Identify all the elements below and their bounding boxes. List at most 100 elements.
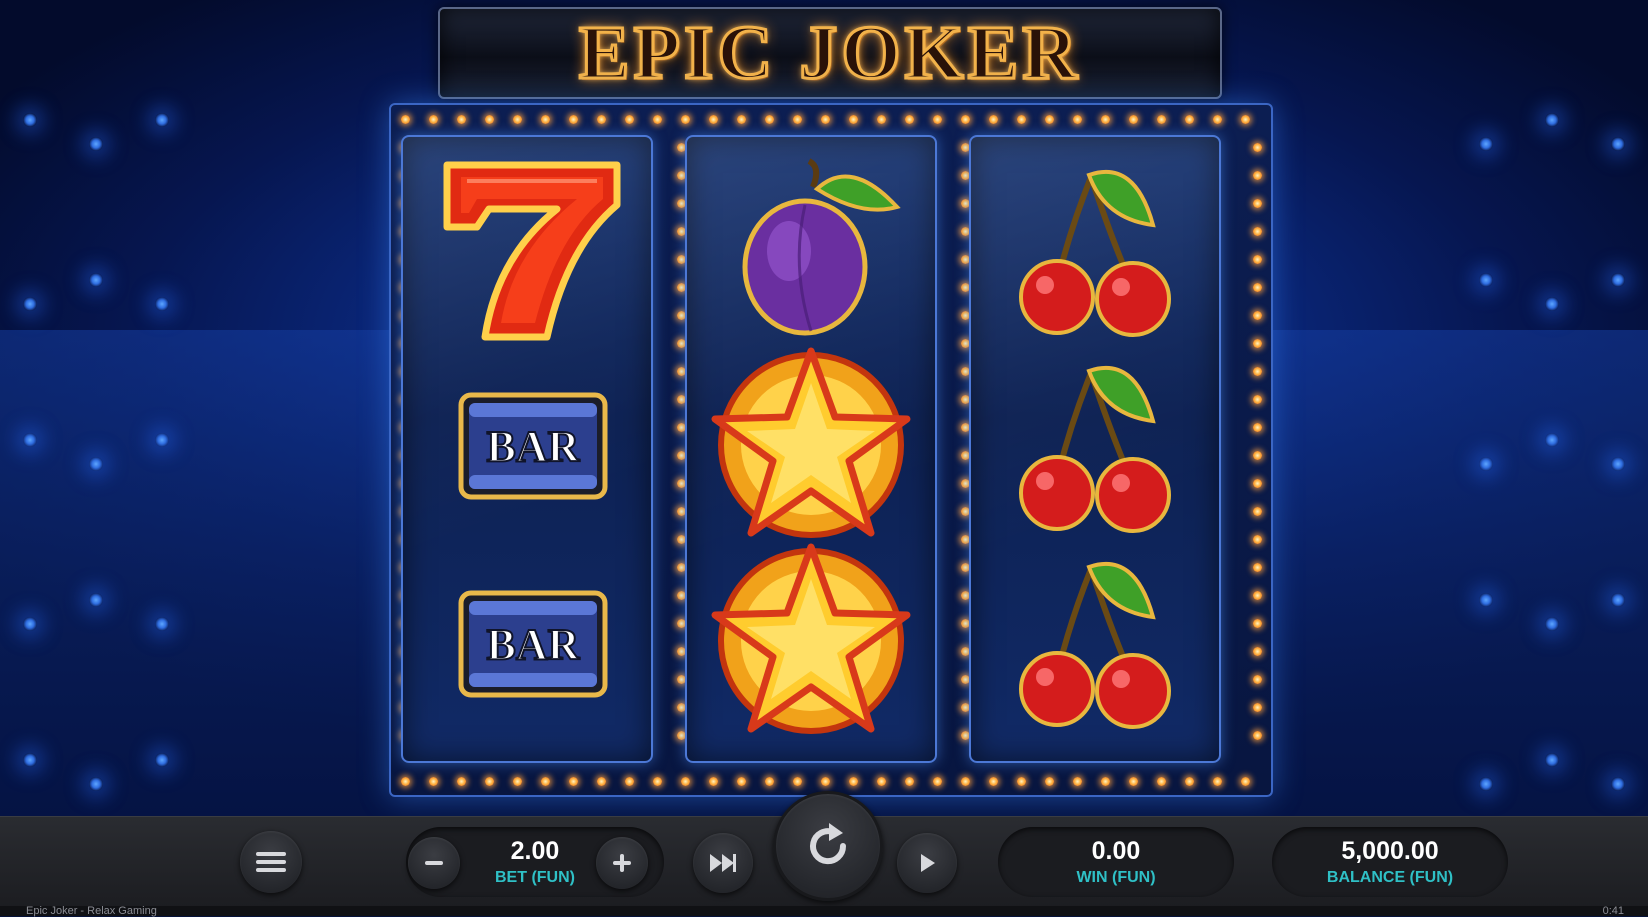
background-light [1479, 777, 1493, 791]
reel-1-symbol-seven [417, 147, 637, 347]
marquee-bulb [765, 777, 774, 786]
game-stage: EPIC JOKER BAR BAR [0, 0, 1648, 816]
marquee-bulb [653, 115, 662, 124]
decrease-bet-button[interactable] [408, 837, 460, 889]
marquee-bulb [933, 777, 942, 786]
marquee-bulb [793, 777, 802, 786]
reel-1-symbol-bar: BAR [417, 545, 637, 745]
marquee-bulb [1017, 777, 1026, 786]
marquee-bulb [849, 115, 858, 124]
fast-forward-icon [710, 854, 736, 872]
marquee-bulb [541, 777, 550, 786]
marquee-bulb [1185, 115, 1194, 124]
marquee-bulb [1045, 115, 1054, 124]
marquee-bulb [1253, 675, 1262, 684]
marquee-bulb [1253, 395, 1262, 404]
win-panel: 0.00 WIN (FUN) [998, 827, 1234, 897]
marquee-bulb [821, 115, 830, 124]
marquee-bulb [961, 115, 970, 124]
marquee-bulb [1253, 535, 1262, 544]
marquee-bulb [1073, 777, 1082, 786]
background-light [23, 113, 37, 127]
play-icon [921, 854, 935, 872]
win-value: 0.00 [1091, 837, 1141, 865]
marquee-bulb [1253, 199, 1262, 208]
marquee-bulb [1253, 367, 1262, 376]
menu-button[interactable] [240, 831, 302, 893]
balance-panel: 5,000.00 BALANCE (FUN) [1272, 827, 1508, 897]
background-light [1479, 137, 1493, 151]
spin-button[interactable] [773, 791, 883, 901]
reel-1: BAR BAR [401, 135, 653, 763]
marquee-bulb [933, 115, 942, 124]
background-light [1545, 433, 1559, 447]
background-light [155, 113, 169, 127]
marquee-bulb [401, 777, 410, 786]
minus-icon [425, 861, 443, 865]
autoplay-button[interactable] [897, 833, 957, 893]
background-light [155, 433, 169, 447]
marquee-bulb [429, 115, 438, 124]
marquee-bulb [485, 777, 494, 786]
marquee-bulb [989, 115, 998, 124]
title-plate: EPIC JOKER [438, 7, 1222, 99]
marquee-bulb [1253, 703, 1262, 712]
marquee-bulb [625, 777, 634, 786]
marquee-bulb [1045, 777, 1054, 786]
background-light [155, 617, 169, 631]
reel-frame: BAR BAR [389, 103, 1273, 797]
marquee-bulb [1253, 311, 1262, 320]
marquee-bulb [569, 777, 578, 786]
refresh-spin-icon [810, 823, 847, 865]
marquee-bulb [737, 115, 746, 124]
marquee-bulb [765, 115, 774, 124]
background-light [23, 753, 37, 767]
marquee-bulb [961, 777, 970, 786]
background-light [1545, 113, 1559, 127]
marquee-bulb [681, 777, 690, 786]
reel-3-symbol-cherry [985, 343, 1205, 543]
background-light [1479, 593, 1493, 607]
turbo-button[interactable] [693, 833, 753, 893]
marquee-bulb [1253, 283, 1262, 292]
background-light [23, 617, 37, 631]
footer-clock: 0:41 [1602, 905, 1624, 917]
marquee-bulb [709, 115, 718, 124]
marquee-bulb [737, 777, 746, 786]
marquee-bulb [849, 777, 858, 786]
bar-label: BAR [487, 620, 581, 669]
marquee-bulb [877, 777, 886, 786]
game-title: EPIC JOKER [577, 11, 1082, 95]
background-light [1545, 297, 1559, 311]
marquee-bulb [1157, 115, 1166, 124]
background-light [155, 753, 169, 767]
marquee-bulb [457, 777, 466, 786]
background-light [23, 297, 37, 311]
marquee-bulb [429, 777, 438, 786]
marquee-bulb [569, 115, 578, 124]
marquee-bulb [1129, 777, 1138, 786]
hamburger-menu-icon [256, 852, 286, 872]
marquee-bulb [1253, 255, 1262, 264]
background-light [1611, 273, 1625, 287]
marquee-bulb [1253, 731, 1262, 740]
marquee-bulb [989, 777, 998, 786]
marquee-bulb [485, 115, 494, 124]
marquee-bulb [1253, 591, 1262, 600]
background-light [1479, 273, 1493, 287]
reel-2-symbol-plum [701, 147, 921, 347]
marquee-bulb [1253, 563, 1262, 572]
reel-2 [685, 135, 937, 763]
marquee-bulb [1213, 115, 1222, 124]
footer-bar: Epic Joker - Relax Gaming 0:41 [0, 905, 1648, 917]
background-light [1545, 753, 1559, 767]
increase-bet-button[interactable] [596, 837, 648, 889]
marquee-bulb [1253, 479, 1262, 488]
marquee-bulb [653, 777, 662, 786]
marquee-bulb [513, 777, 522, 786]
background-light [1611, 137, 1625, 151]
background-light [89, 593, 103, 607]
marquee-bulb [1017, 115, 1026, 124]
marquee-bulb [1253, 171, 1262, 180]
marquee-bulb [1101, 777, 1110, 786]
